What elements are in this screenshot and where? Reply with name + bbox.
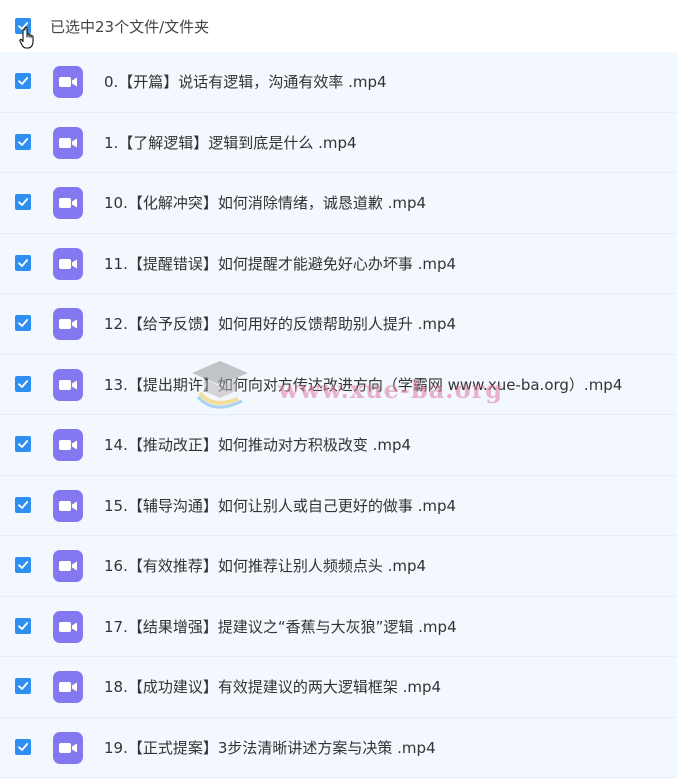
file-row[interactable]: 18.【成功建议】有效提建议的两大逻辑框架 .mp4 <box>0 657 677 718</box>
checkmark-icon <box>18 561 29 569</box>
file-row[interactable]: 19.【正式提案】3步法清晰讲述方案与决策 .mp4 <box>0 717 677 778</box>
checkmark-icon <box>18 137 29 146</box>
file-checkbox[interactable] <box>15 436 31 452</box>
video-camera-icon <box>59 561 77 571</box>
checkmark-icon <box>18 319 29 327</box>
video-camera-icon <box>59 319 77 329</box>
video-file-icon <box>53 66 83 98</box>
video-file-icon <box>53 671 83 703</box>
file-name[interactable]: 17.【结果增强】提建议之“香蕉与大灰狼”逻辑 .mp4 <box>104 616 457 637</box>
file-checkbox[interactable] <box>15 315 31 331</box>
file-name[interactable]: 19.【正式提案】3步法清晰讲述方案与决策 .mp4 <box>104 737 436 758</box>
file-row[interactable]: 10.【化解冲突】如何消除情绪，诚恳道歉 .mp4 <box>0 173 677 234</box>
video-camera-icon <box>59 682 77 692</box>
checkmark-icon <box>18 379 29 388</box>
file-checkbox[interactable] <box>15 73 31 89</box>
video-file-icon <box>53 368 83 401</box>
file-name[interactable]: 12.【给予反馈】如何用好的反馈帮助别人提升 .mp4 <box>104 313 456 334</box>
checkmark-icon <box>18 742 29 751</box>
video-file-icon <box>53 308 83 340</box>
file-name[interactable]: 13.【提出期许】如何向对方传达改进方向（学霸网 www.xue-ba.org）… <box>104 374 622 395</box>
video-file-icon <box>53 550 83 582</box>
file-name[interactable]: 18.【成功建议】有效提建议的两大逻辑框架 .mp4 <box>104 676 441 697</box>
video-file-icon <box>53 187 83 219</box>
file-name[interactable]: 1.【了解逻辑】逻辑到底是什么 .mp4 <box>104 132 357 153</box>
file-row[interactable]: 1.【了解逻辑】逻辑到底是什么 .mp4 <box>0 112 677 173</box>
video-camera-icon <box>59 440 77 450</box>
video-file-icon <box>53 731 83 764</box>
checkmark-icon <box>18 500 29 509</box>
file-name[interactable]: 16.【有效推荐】如何推荐让别人频频点头 .mp4 <box>104 555 426 576</box>
file-row[interactable]: 14.【推动改正】如何推动对方积极改变 .mp4 <box>0 415 677 476</box>
video-file-icon <box>53 429 83 461</box>
file-row[interactable]: 17.【结果增强】提建议之“香蕉与大灰狼”逻辑 .mp4 <box>0 596 677 657</box>
file-checkbox[interactable] <box>15 617 31 634</box>
file-name[interactable]: 0.【开篇】说话有逻辑，沟通有效率 .mp4 <box>104 71 387 92</box>
video-file-icon <box>53 489 83 522</box>
selection-header: 已选中23个文件/文件夹 <box>0 0 677 52</box>
file-name[interactable]: 15.【辅导沟通】如何让别人或自己更好的做事 .mp4 <box>104 495 456 516</box>
file-row[interactable]: 13.【提出期许】如何向对方传达改进方向（学霸网 www.xue-ba.org）… <box>0 354 677 415</box>
file-checkbox[interactable] <box>15 133 31 150</box>
video-camera-icon <box>59 621 77 632</box>
file-row[interactable]: 12.【给予反馈】如何用好的反馈帮助别人提升 .mp4 <box>0 294 677 355</box>
hand-cursor-icon <box>19 26 34 49</box>
video-file-icon <box>53 126 83 159</box>
file-row[interactable]: 15.【辅导沟通】如何让别人或自己更好的做事 .mp4 <box>0 475 677 536</box>
video-camera-icon <box>59 500 77 511</box>
file-checkbox[interactable] <box>15 194 31 210</box>
file-name[interactable]: 11.【提醒错误】如何提醒才能避免好心办坏事 .mp4 <box>104 253 456 274</box>
file-checkbox[interactable] <box>15 557 31 573</box>
checkmark-icon <box>18 682 29 690</box>
file-row[interactable]: 0.【开篇】说话有逻辑，沟通有效率 .mp4 <box>0 52 677 113</box>
video-file-icon <box>53 247 83 280</box>
file-checkbox[interactable] <box>15 496 31 513</box>
checkmark-icon <box>18 77 29 85</box>
video-camera-icon <box>59 742 77 753</box>
checkmark-icon <box>18 440 29 448</box>
video-camera-icon <box>59 137 77 148</box>
file-checkbox[interactable] <box>15 678 31 694</box>
video-file-icon <box>53 610 83 643</box>
video-camera-icon <box>59 379 77 390</box>
file-name[interactable]: 10.【化解冲突】如何消除情绪，诚恳道歉 .mp4 <box>104 192 426 213</box>
video-camera-icon <box>59 77 77 87</box>
checkmark-icon <box>18 258 29 267</box>
file-checkbox[interactable] <box>15 738 31 755</box>
file-checkbox[interactable] <box>15 375 31 392</box>
video-camera-icon <box>59 258 77 269</box>
checkmark-icon <box>18 198 29 206</box>
checkmark-icon <box>18 621 29 630</box>
file-row[interactable]: 11.【提醒错误】如何提醒才能避免好心办坏事 .mp4 <box>0 233 677 294</box>
file-name[interactable]: 14.【推动改正】如何推动对方积极改变 .mp4 <box>104 434 411 455</box>
file-checkbox[interactable] <box>15 254 31 271</box>
video-camera-icon <box>59 198 77 208</box>
selection-count-label: 已选中23个文件/文件夹 <box>50 18 210 36</box>
file-list: 0.【开篇】说话有逻辑，沟通有效率 .mp4 1.【了解逻辑】逻辑到底是什么 .m… <box>0 52 677 778</box>
file-row[interactable]: 16.【有效推荐】如何推荐让别人频频点头 .mp4 <box>0 536 677 597</box>
